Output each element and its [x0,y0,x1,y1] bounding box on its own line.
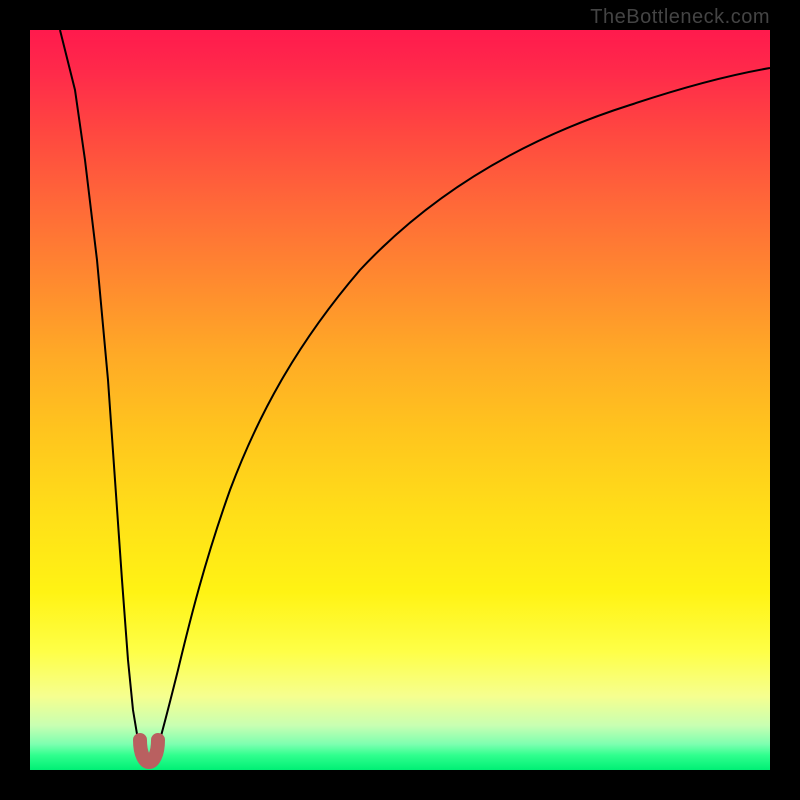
frame-border [0,0,800,800]
watermark-text: TheBottleneck.com [590,6,770,29]
